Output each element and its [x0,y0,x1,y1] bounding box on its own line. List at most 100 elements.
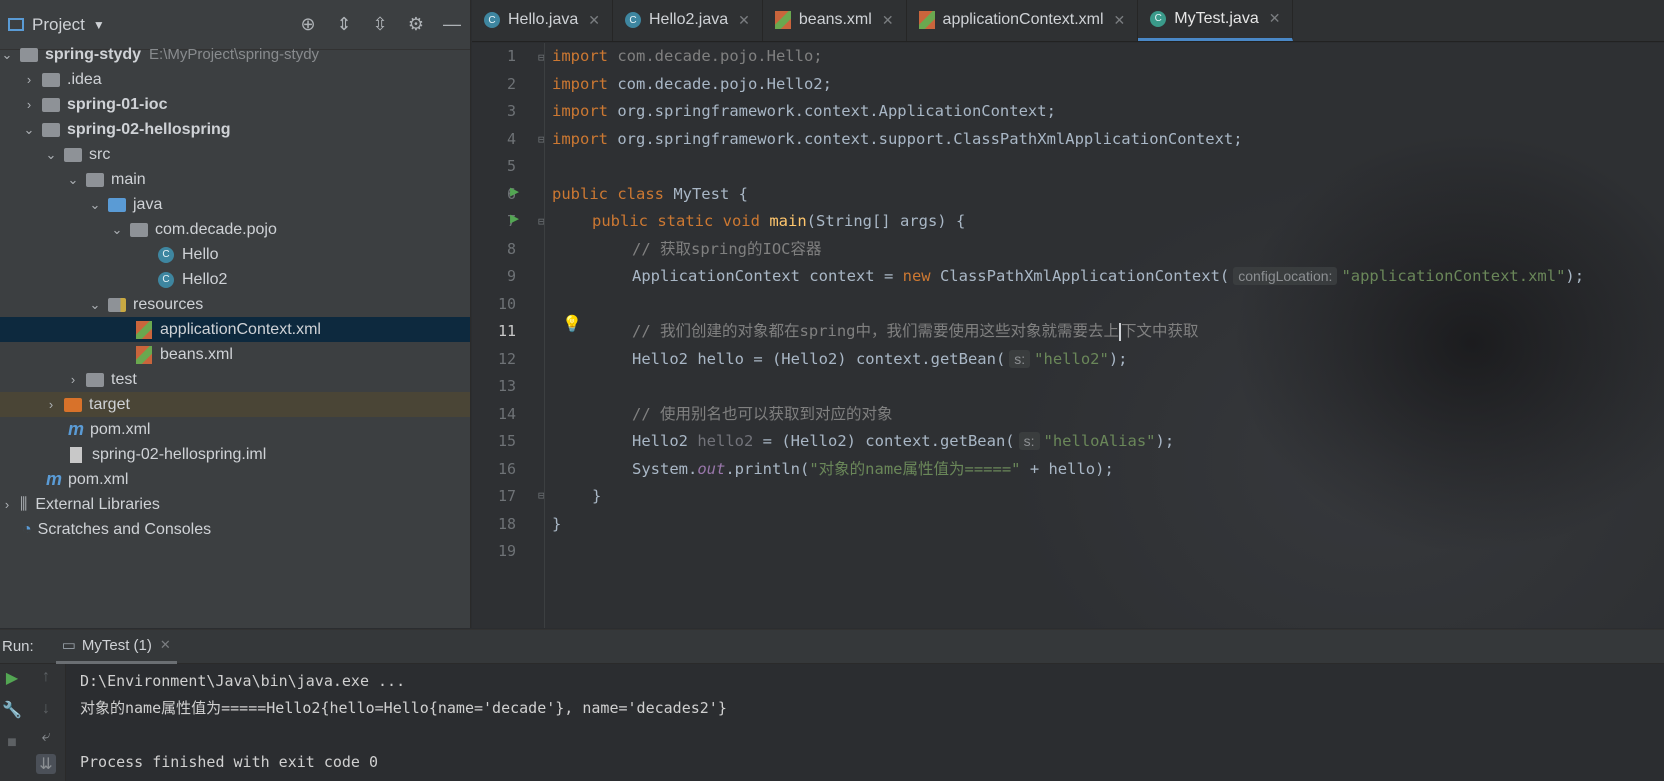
tree-node-module-pom-xml[interactable]: m pom.xml [0,417,470,442]
code-editor[interactable]: 1 2 3 4 5 6 7 8 9 10 11 12 13 14 15 16 1… [472,43,1664,628]
tree-node-label: main [111,170,146,188]
code-line-2: import com.decade.pojo.Hello2; [552,71,832,99]
tab-label: beans.xml [798,11,872,28]
project-title[interactable]: Project [32,15,85,35]
tree-node-resources[interactable]: ⌄ resources [0,292,470,317]
tree-node-scratches[interactable]: ◔ Scratches and Consoles [0,517,470,542]
tab-hello2-java[interactable]: C Hello2.java ✕ [613,0,763,41]
run-main-icon[interactable]: ▶ [510,209,519,227]
scroll-to-end-icon[interactable]: ⇊ [36,754,56,774]
tree-node-java[interactable]: ⌄ java [0,192,470,217]
tree-node-idea[interactable]: › .idea [0,67,470,92]
gear-icon[interactable]: ⚙ [406,14,426,35]
line-number: 9 [506,267,516,285]
collapse-all-icon[interactable]: ⇳ [370,14,390,35]
line-number: 1 [506,47,516,65]
expand-all-icon[interactable]: ⇕ [334,14,354,35]
tree-node-target[interactable]: › target [0,392,470,417]
tree-node-applicationcontext-xml[interactable]: applicationContext.xml [0,317,470,342]
code-token: "hello2" [1034,349,1109,368]
chevron-down-icon[interactable]: ▼ [93,18,105,32]
code-token: Hello2 [632,432,698,450]
module-folder-icon [20,47,38,62]
close-icon[interactable]: ✕ [738,12,750,29]
run-label: Run: [2,638,34,655]
project-tree: ⌄ spring-stydy E:\MyProject\spring-stydy… [0,42,470,542]
soft-wrap-icon[interactable]: ⤶ [36,728,56,746]
minimize-icon[interactable]: — [442,14,462,35]
tab-applicationcontext-xml[interactable]: applicationContext.xml ✕ [907,0,1139,41]
code-line-3: import org.springframework.context.Appli… [552,98,1056,126]
tree-node-label: com.decade.pojo [155,220,277,238]
code-token: + hello); [1020,459,1114,478]
tab-beans-xml[interactable]: beans.xml ✕ [763,0,907,41]
tree-node-com-decade-pojo[interactable]: ⌄ com.decade.pojo [0,217,470,242]
console-line: Process finished with exit code 0 [80,753,379,771]
tree-node-hello2[interactable]: C Hello2 [0,267,470,292]
tree-node-test[interactable]: › test [0,367,470,392]
tree-node-main[interactable]: ⌄ main [0,167,470,192]
console-command-line[interactable]: D:\Environment\Java\bin\java.exe ... [80,672,405,690]
line-number: 5 [506,157,516,175]
rerun-icon[interactable]: ▶ [2,668,22,688]
line-number: 13 [497,377,516,395]
code-line-11: // 我们创建的对象都在spring中，我们需要使用这些对象就需要去上 下文中获取 [632,318,1199,346]
project-view-icon[interactable] [8,18,24,31]
chevron-right-icon[interactable]: › [22,72,36,87]
code-token: out [697,459,726,478]
close-icon[interactable]: ✕ [1114,12,1126,29]
chevron-down-icon[interactable]: ⌄ [66,172,80,188]
run-class-icon[interactable]: ▶ [510,182,519,200]
chevron-right-icon[interactable]: › [44,397,58,412]
tree-node-label: src [89,145,111,163]
down-arrow-icon[interactable]: ↓ [36,700,56,718]
stop-icon[interactable]: ■ [2,734,22,752]
lightbulb-icon[interactable]: 💡 [562,314,582,333]
tree-node-spring-01-ioc[interactable]: › spring-01-ioc [0,92,470,117]
chevron-down-icon[interactable]: ⌄ [88,197,102,213]
tab-hello-java[interactable]: C Hello.java ✕ [472,0,613,41]
chevron-down-icon[interactable]: ⌄ [0,47,14,63]
run-tab-mytest[interactable]: ▭ MyTest (1) ✕ [55,630,177,664]
line-number: 15 [497,432,516,450]
tree-node-label: beans.xml [160,345,233,363]
code-token: public static void [592,212,760,230]
up-arrow-icon[interactable]: ↑ [36,668,56,686]
tree-node-label: spring-02-hellospring.iml [92,445,267,463]
close-icon[interactable]: ✕ [882,12,894,29]
tree-node-hello[interactable]: C Hello [0,242,470,267]
tree-node-src[interactable]: ⌄ src [0,142,470,167]
code-token: ); [1108,349,1128,368]
tree-node-spring-02-hellospring[interactable]: ⌄ spring-02-hellospring [0,117,470,142]
tree-node-spring-stydy[interactable]: ⌄ spring-stydy E:\MyProject\spring-stydy [0,42,470,67]
code-token: ); [1155,432,1175,450]
line-number: 2 [506,74,516,93]
tree-node-label: External Libraries [35,495,160,513]
chevron-right-icon[interactable]: › [66,372,80,387]
code-line-15: Hello2 hello2 = (Hello2) context.getBean… [632,428,1174,456]
wrench-icon[interactable]: 🔧 [2,700,22,720]
locate-icon[interactable]: ⊕ [298,14,318,35]
tree-node-label: spring-stydy [45,45,142,63]
code-token: System. [632,459,698,478]
close-icon[interactable]: ✕ [588,12,600,29]
tab-mytest-java[interactable]: C MyTest.java ✕ [1138,0,1294,41]
close-icon[interactable]: ✕ [1269,10,1281,27]
chevron-down-icon[interactable]: ⌄ [44,147,58,163]
close-icon[interactable]: ✕ [160,637,171,653]
tree-node-beans-xml[interactable]: beans.xml [0,342,470,367]
chevron-down-icon[interactable]: ⌄ [88,297,102,313]
code-line-14: // 使用别名也可以获取到对应的对象 [632,404,893,423]
tree-node-external-libraries[interactable]: › ⫼ External Libraries [0,492,470,517]
chevron-down-icon[interactable]: ⌄ [22,122,36,138]
tree-node-root-pom-xml[interactable]: m pom.xml [0,467,470,492]
chevron-down-icon[interactable]: ⌄ [110,222,124,238]
chevron-right-icon[interactable]: › [0,497,14,512]
line-number: 12 [497,349,516,368]
module-folder-icon [42,122,60,137]
chevron-right-icon[interactable]: › [22,97,36,112]
code-token: ApplicationContext context = [632,267,903,285]
console-output[interactable]: D:\Environment\Java\bin\java.exe ... 对象的… [80,668,1664,776]
tree-node-iml[interactable]: spring-02-hellospring.iml [0,442,470,467]
run-toolbar: ▶ ↑ 🔧 ↓ ■ ⤶ ⇊ [0,664,66,781]
